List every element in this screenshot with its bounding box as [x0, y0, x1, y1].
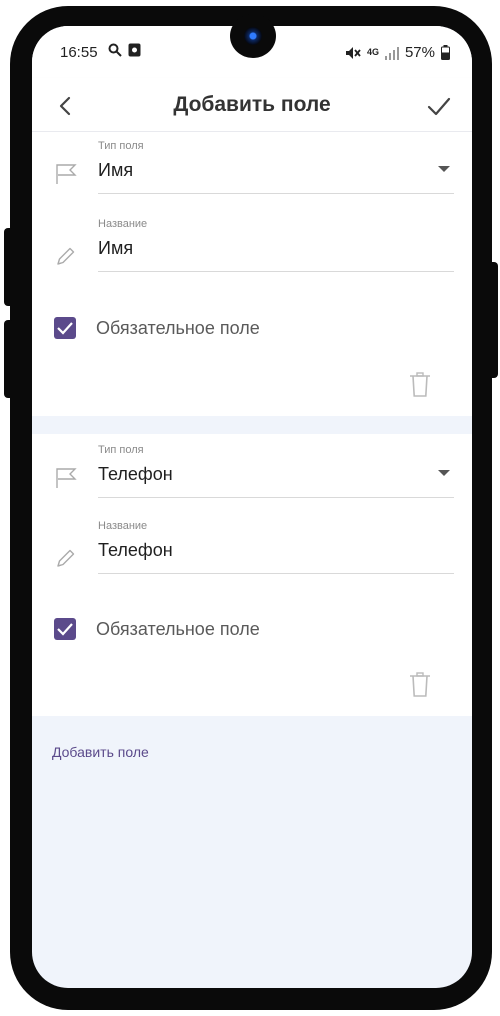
- status-time: 16:55: [60, 44, 98, 61]
- pencil-icon: [57, 549, 75, 567]
- field-name-value: Телефон: [98, 540, 173, 560]
- flag-icon: [56, 164, 77, 184]
- front-camera: [230, 14, 276, 58]
- check-icon[interactable]: [426, 93, 452, 119]
- volume-up-button: [4, 228, 14, 306]
- required-checkbox-row[interactable]: Обязательное поле: [54, 618, 260, 640]
- field-type-label: Тип поля: [98, 444, 144, 456]
- signal-icon: [384, 46, 399, 60]
- field-type-label: Тип поля: [98, 140, 144, 152]
- field-name-label: Название: [98, 218, 148, 230]
- dropdown-arrow-icon: [438, 470, 450, 476]
- screenshot-icon: [128, 43, 141, 57]
- battery-icon: [441, 45, 450, 60]
- field-name-input[interactable]: Название Имя: [98, 218, 454, 272]
- search-icon: [108, 43, 122, 57]
- dropdown-arrow-icon: [438, 166, 450, 172]
- trash-icon[interactable]: [408, 372, 432, 398]
- field-type-value: Имя: [98, 160, 134, 180]
- add-field-link[interactable]: Добавить поле: [52, 744, 149, 760]
- volume-down-button: [4, 320, 14, 398]
- required-label: Обязательное поле: [96, 317, 260, 338]
- flag-icon: [56, 468, 77, 488]
- field-type-value: Телефон: [98, 464, 173, 484]
- field-card: Тип поля Имя Название Имя Обязательное п…: [32, 132, 472, 416]
- field-name-input[interactable]: Название Телефон: [98, 520, 454, 574]
- page-title: Добавить поле: [173, 93, 331, 116]
- required-label: Обязательное поле: [96, 618, 260, 639]
- network-type: 4G: [366, 47, 379, 57]
- field-type-select[interactable]: Тип поля Телефон: [98, 444, 454, 498]
- required-checkbox-row[interactable]: Обязательное поле: [54, 317, 260, 339]
- field-card: Тип поля Телефон Название Телефон Обязат…: [32, 434, 472, 716]
- field-name-value: Имя: [98, 238, 134, 258]
- app-bar: Добавить поле: [32, 78, 472, 132]
- field-name-label: Название: [98, 520, 148, 532]
- battery-percent: 57%: [404, 44, 435, 61]
- power-button: [488, 262, 498, 378]
- pencil-icon: [57, 247, 75, 265]
- mute-icon: [345, 46, 361, 59]
- required-checkbox[interactable]: [54, 618, 76, 640]
- screen: 16:55 4G 57% Добавить поле Тип поля Имя …: [32, 26, 472, 988]
- trash-icon[interactable]: [408, 672, 432, 698]
- field-type-select[interactable]: Тип поля Имя: [98, 140, 454, 194]
- required-checkbox[interactable]: [54, 317, 76, 339]
